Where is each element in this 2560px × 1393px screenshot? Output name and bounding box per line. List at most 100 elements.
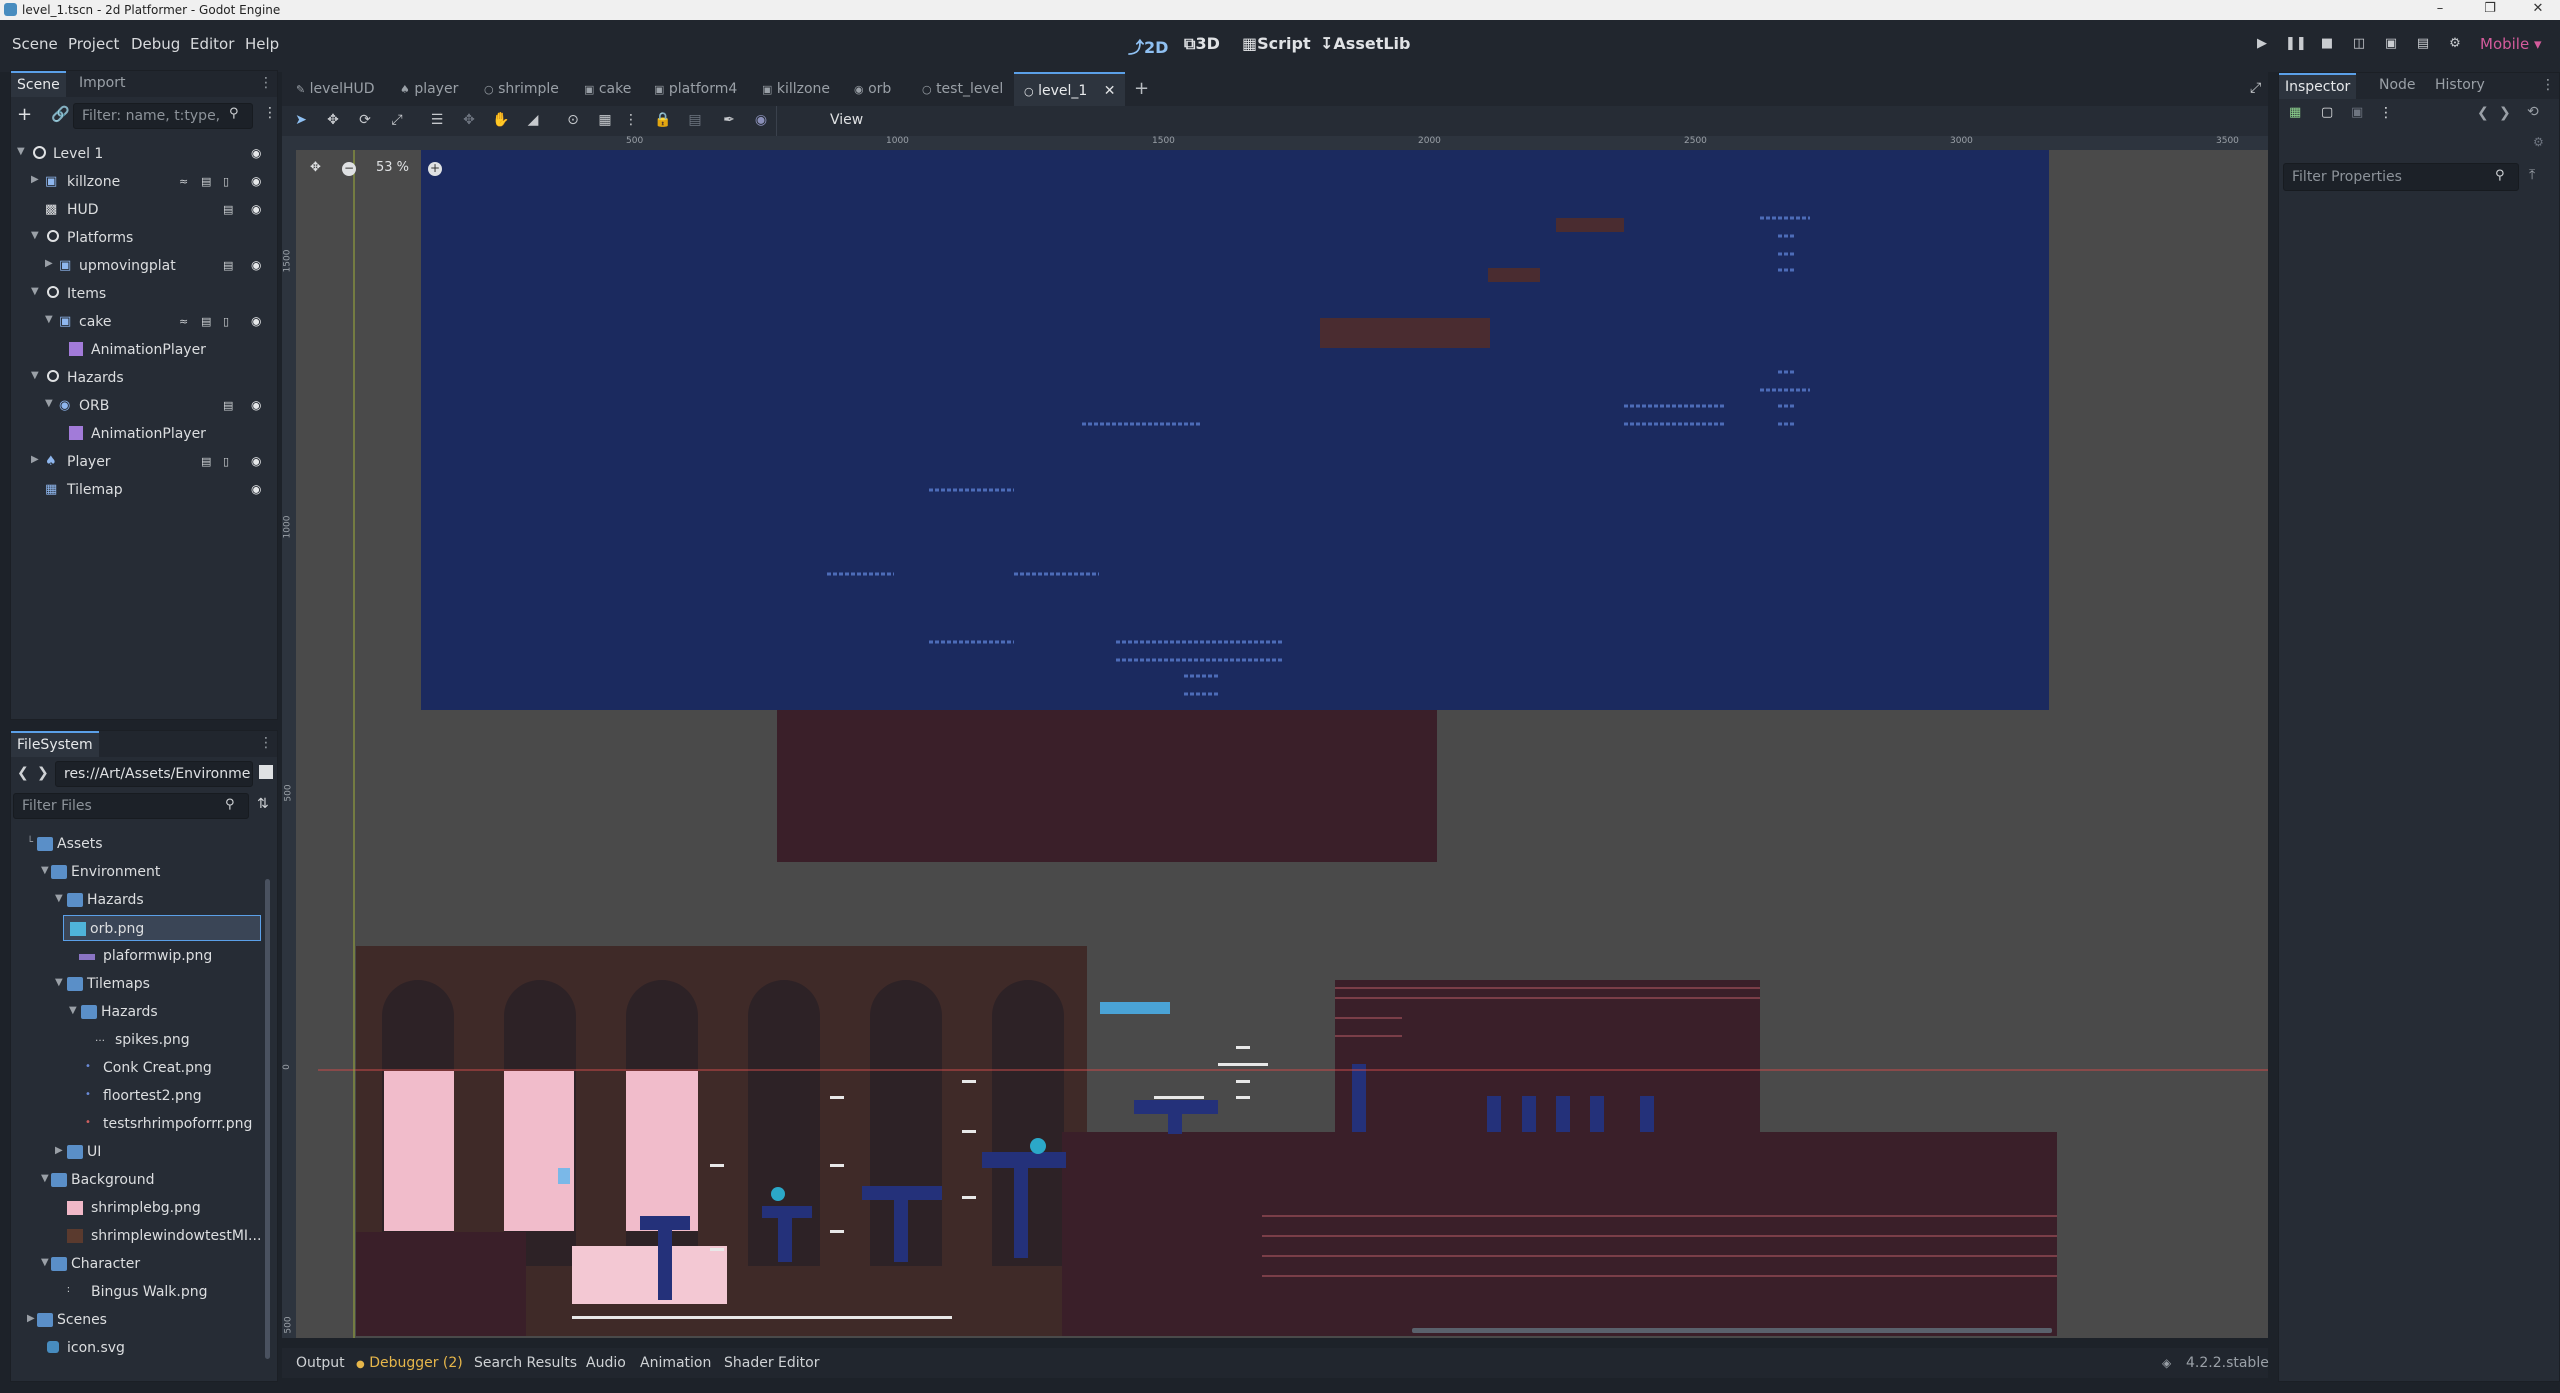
menu-debug[interactable]: Debug — [131, 35, 180, 53]
zoom-out-icon[interactable]: − — [342, 162, 356, 176]
script-attached-icon[interactable]: ▯ — [223, 455, 236, 468]
tree-item-hazards[interactable]: ▼ Hazards — [11, 365, 273, 391]
scene-tab-orb[interactable]: ◉ orb — [854, 72, 891, 106]
dock-menu-icon[interactable]: ⋮ — [2541, 77, 2555, 93]
instance-icon[interactable]: ▤ — [201, 455, 214, 468]
renderer-select[interactable]: Mobile ▾ — [2480, 35, 2542, 53]
tab-history[interactable]: History — [2429, 77, 2491, 93]
fs-item-plaformwip[interactable]: plaformwip.png — [11, 943, 261, 969]
camera-override-icon[interactable]: ◉ — [752, 112, 770, 130]
tree-item-platforms[interactable]: ▼ Platforms — [11, 225, 273, 251]
zoom-in-icon[interactable]: + — [428, 162, 442, 176]
tab-3d[interactable]: ⧉3D — [1184, 34, 1220, 54]
fs-item-environment[interactable]: ▼ Environment — [11, 859, 261, 885]
dock-menu-icon[interactable]: ⋮ — [259, 75, 273, 91]
visibility-eye-icon[interactable]: ◉ — [251, 202, 265, 216]
pause-icon[interactable]: ❚❚ — [2285, 36, 2307, 54]
skeleton-icon[interactable]: ✒ — [720, 112, 738, 130]
menu-editor[interactable]: Editor — [190, 35, 234, 53]
fs-item-hazards[interactable]: ▼ Hazards — [11, 887, 261, 913]
visibility-eye-icon[interactable]: ◉ — [251, 454, 265, 468]
scene-tab-cake[interactable]: ▣ cake — [584, 72, 631, 106]
ruler-mode-icon[interactable]: ◢ — [524, 112, 542, 130]
tree-item-animationplayer-2[interactable]: AnimationPlayer — [11, 421, 273, 447]
visibility-eye-icon[interactable]: ◉ — [251, 398, 265, 412]
tab-import[interactable]: Import — [73, 75, 131, 91]
scene-filter-input[interactable]: Filter: name, t:type, — [73, 103, 253, 129]
tab-2d[interactable]: ⤴2D — [1128, 34, 1168, 58]
group-icon[interactable]: ▤ — [686, 112, 704, 130]
play-custom-scene-icon[interactable]: ▤ — [2414, 36, 2432, 54]
dock-menu-icon[interactable]: ⋮ — [259, 735, 273, 751]
tree-item-hud[interactable]: ▩ HUD ▤ ◉ — [11, 197, 273, 223]
sort-icon[interactable]: ⇅ — [257, 796, 269, 812]
open-resource-icon[interactable]: ▢ — [2321, 105, 2333, 120]
horizontal-scrollbar[interactable] — [1412, 1328, 2052, 1333]
tree-item-upmovingplat[interactable]: ▶ ▣ upmovingplat ▤ ◉ — [11, 253, 273, 279]
pan-mode-icon[interactable]: ✋ — [492, 112, 510, 130]
fs-item-scenes[interactable]: ▶ Scenes — [11, 1307, 261, 1333]
tree-item-killzone[interactable]: ▶ ▣ killzone ≈ ▤ ▯ ◉ — [11, 169, 273, 195]
filter-properties-input[interactable]: Filter Properties — [2283, 163, 2519, 191]
tab-output[interactable]: Output — [296, 1355, 345, 1371]
tree-item-items[interactable]: ▼ Items — [11, 281, 273, 307]
tab-shader-editor[interactable]: Shader Editor — [724, 1355, 819, 1371]
menu-scene[interactable]: Scene — [12, 35, 58, 53]
instance-icon[interactable]: ▤ — [201, 315, 214, 328]
scene-tab-killzone[interactable]: ▣ killzone — [762, 72, 830, 106]
play-scene-icon[interactable]: ▣ — [2382, 36, 2400, 54]
link-icon[interactable]: 🔗 — [51, 105, 70, 123]
move-mode-icon[interactable]: ✥ — [324, 112, 342, 130]
fs-item-bingus-walk[interactable]: ∶ Bingus Walk.png — [11, 1279, 261, 1305]
fs-item-testsrhrimpoforrr[interactable]: • testsrhrimpoforrr.png — [11, 1111, 261, 1137]
menu-help[interactable]: Help — [245, 35, 279, 53]
back-icon[interactable]: ❮ — [17, 765, 29, 781]
zoom-level[interactable]: 53 % — [376, 160, 409, 175]
instance-icon[interactable]: ▤ — [201, 175, 214, 188]
forward-icon[interactable]: ❯ — [37, 765, 49, 781]
list-select-icon[interactable]: ☰ — [428, 112, 446, 130]
tree-item-animationplayer[interactable]: AnimationPlayer — [11, 337, 273, 363]
tab-assetlib[interactable]: ↧AssetLib — [1320, 34, 1410, 53]
object-history-icon[interactable]: ⟲ — [2527, 104, 2539, 120]
fs-item-assets[interactable]: └ Assets — [11, 831, 261, 857]
history-back-icon[interactable]: ❮ — [2477, 105, 2489, 121]
play-icon[interactable]: ▶ — [2253, 36, 2271, 54]
tab-debugger[interactable]: ● Debugger (2) — [356, 1355, 463, 1371]
tab-script[interactable]: ▦Script — [1242, 34, 1311, 53]
movie-maker-icon[interactable]: ⚙ — [2446, 36, 2464, 54]
canvas-viewport[interactable]: 500 1000 1500 2000 2500 3000 3500 1500 1… — [282, 136, 2268, 1338]
scene-tab-test-level[interactable]: ○ test_level — [922, 72, 1003, 106]
fs-item-hazards-2[interactable]: ▼ Hazards — [11, 999, 261, 1025]
maximize-icon[interactable]: ❐ — [2475, 1, 2505, 19]
signal-icon[interactable]: ≈ — [179, 315, 192, 328]
snap-options-icon[interactable]: ⋮ — [622, 112, 640, 130]
tab-scene[interactable]: Scene — [11, 71, 66, 97]
rotate-mode-icon[interactable]: ⟳ — [356, 112, 374, 130]
fs-item-spikes[interactable]: … spikes.png — [11, 1027, 261, 1053]
history-forward-icon[interactable]: ❯ — [2499, 105, 2511, 121]
scene-tab-level-1[interactable]: ○ level_1 ✕ — [1014, 72, 1126, 106]
tree-item-player[interactable]: ▶ ♠ Player ▤ ▯ ◉ — [11, 449, 273, 475]
scene-tab-player[interactable]: ♠ player — [400, 72, 458, 106]
tree-item-orb[interactable]: ▼ ◉ ORB ▤ ◉ — [11, 393, 273, 419]
menu-project[interactable]: Project — [68, 35, 119, 53]
object-properties-icon[interactable]: ⚙ — [2533, 135, 2544, 149]
tree-item-cake[interactable]: ▼ ▣ cake ≈ ▤ ▯ ◉ — [11, 309, 273, 335]
resource-menu-icon[interactable]: ⋮ — [2379, 105, 2393, 121]
fs-item-background[interactable]: ▼ Background — [11, 1167, 261, 1193]
tab-animation[interactable]: Animation — [640, 1355, 711, 1371]
split-mode-icon[interactable] — [259, 765, 273, 779]
fs-item-floortest2[interactable]: • floortest2.png — [11, 1083, 261, 1109]
center-view-icon[interactable]: ✥ — [310, 160, 321, 175]
lock-icon[interactable]: 🔒 — [654, 112, 672, 130]
fs-item-conk-creat[interactable]: • Conk Creat.png — [11, 1055, 261, 1081]
scene-menu-icon[interactable]: ⋮ — [263, 105, 277, 121]
filesystem-scrollbar[interactable] — [265, 879, 270, 1359]
instance-icon[interactable]: ▤ — [223, 203, 236, 216]
remote-debug-icon[interactable]: ◫ — [2350, 36, 2368, 54]
distraction-free-icon[interactable]: ⤢ — [2250, 80, 2261, 96]
tree-item-tilemap[interactable]: ▦ Tilemap ◉ — [11, 477, 273, 503]
script-attached-icon[interactable]: ▯ — [223, 315, 236, 328]
instance-icon[interactable]: ▤ — [223, 259, 236, 272]
